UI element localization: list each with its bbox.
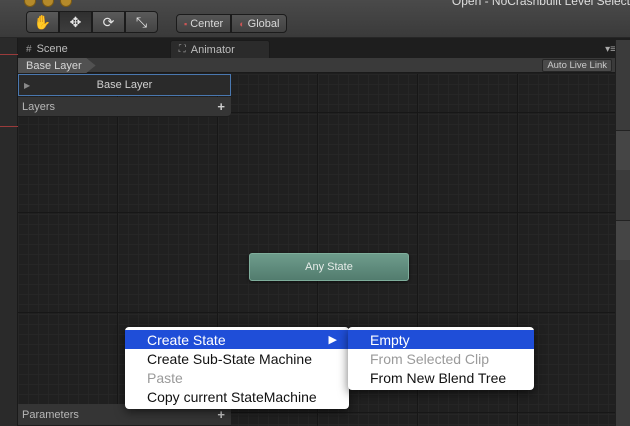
menu-item-label: Create State xyxy=(147,331,226,348)
breadcrumb: Base Layer Auto Live Link xyxy=(18,58,615,73)
transform-tools: ✋ ✥ ⟳ ⤡ xyxy=(26,11,158,33)
submenu-item-label: Empty xyxy=(370,331,410,348)
tab-animator[interactable]: ⛶ Animator xyxy=(169,40,270,58)
menu-item-label: Paste xyxy=(147,369,183,386)
context-menu: Create State ▶ Create Sub-State Machine … xyxy=(125,327,349,409)
left-edge-marker xyxy=(0,126,18,127)
pivot-center-icon: ▪ xyxy=(184,18,188,29)
right-edge-segment xyxy=(616,220,630,260)
any-state-node[interactable]: Any State xyxy=(249,253,409,281)
move-icon: ✥ xyxy=(69,13,82,30)
pivot-global-button[interactable]: ◐ Global xyxy=(231,14,288,33)
menu-item-create-sub-state-machine[interactable]: Create Sub-State Machine xyxy=(125,349,349,368)
zoom-window-button[interactable] xyxy=(60,0,72,7)
layer-item-base-layer[interactable]: ▶ Base Layer xyxy=(18,74,231,96)
minimize-window-button[interactable] xyxy=(42,0,54,7)
pivot-global-icon: ◐ xyxy=(239,18,245,29)
hand-tool-button[interactable]: ✋ xyxy=(26,11,59,33)
window-tabs: # Scene ⛶ Animator xyxy=(18,40,270,58)
submenu-item-from-selected-clip: From Selected Clip xyxy=(348,349,534,368)
parameters-header-label: Parameters xyxy=(22,408,79,421)
tab-animator-label: Animator xyxy=(190,43,235,56)
toolbar: Open - NoCrashbuilt Level Select ✋ ✥ ⟳ ⤡… xyxy=(0,0,630,38)
expand-triangle-icon[interactable]: ▶ xyxy=(19,81,35,90)
scale-tool-button[interactable]: ⤡ xyxy=(125,11,158,33)
menu-item-label: Create Sub-State Machine xyxy=(147,350,312,367)
menu-item-paste: Paste xyxy=(125,368,349,387)
rotate-tool-button[interactable]: ⟳ xyxy=(92,11,125,33)
tab-scene[interactable]: # Scene xyxy=(18,40,80,58)
layers-panel-header: Layers + xyxy=(18,97,231,117)
create-state-submenu: Empty From Selected Clip From New Blend … xyxy=(348,327,534,390)
submenu-item-label: From Selected Clip xyxy=(370,350,490,367)
tab-scene-label: Scene xyxy=(36,43,68,55)
menu-item-copy-state-machine[interactable]: Copy current StateMachine xyxy=(125,387,349,406)
breadcrumb-base-layer[interactable]: Base Layer xyxy=(18,58,96,73)
menu-item-label: Copy current StateMachine xyxy=(147,388,317,405)
pivot-center-label: Center xyxy=(190,17,224,30)
layers-header-label: Layers xyxy=(22,100,56,113)
move-tool-button[interactable]: ✥ xyxy=(59,11,92,33)
window-title: Open - NoCrashbuilt Level Select xyxy=(451,0,630,8)
submenu-item-empty[interactable]: Empty xyxy=(348,330,534,349)
rotate-icon: ⟳ xyxy=(102,13,115,30)
close-window-button[interactable] xyxy=(24,0,36,7)
animator-icon: ⛶ xyxy=(178,44,186,55)
menu-item-create-state[interactable]: Create State ▶ xyxy=(125,330,349,349)
hand-icon: ✋ xyxy=(33,13,52,30)
pivot-center-button[interactable]: ▪ Center xyxy=(176,14,232,33)
layer-name: Base Layer xyxy=(96,79,153,91)
pivot-global-label: Global xyxy=(247,17,280,30)
scale-icon: ⤡ xyxy=(135,13,148,30)
submenu-item-label: From New Blend Tree xyxy=(370,369,507,386)
add-parameter-button[interactable]: + xyxy=(217,407,225,422)
window-controls xyxy=(24,0,72,7)
pivot-toggles: ▪ Center ◐ Global xyxy=(176,14,288,33)
add-layer-button[interactable]: + xyxy=(217,99,225,114)
grid-icon: # xyxy=(26,43,32,55)
right-edge-segment xyxy=(616,130,630,170)
right-panel-edge xyxy=(615,40,630,426)
submenu-item-from-new-blend-tree[interactable]: From New Blend Tree xyxy=(348,368,534,387)
left-panel-edge xyxy=(0,38,18,426)
submenu-arrow-icon: ▶ xyxy=(328,334,337,346)
auto-live-link-button[interactable]: Auto Live Link xyxy=(542,59,612,72)
left-edge-marker xyxy=(0,54,18,55)
